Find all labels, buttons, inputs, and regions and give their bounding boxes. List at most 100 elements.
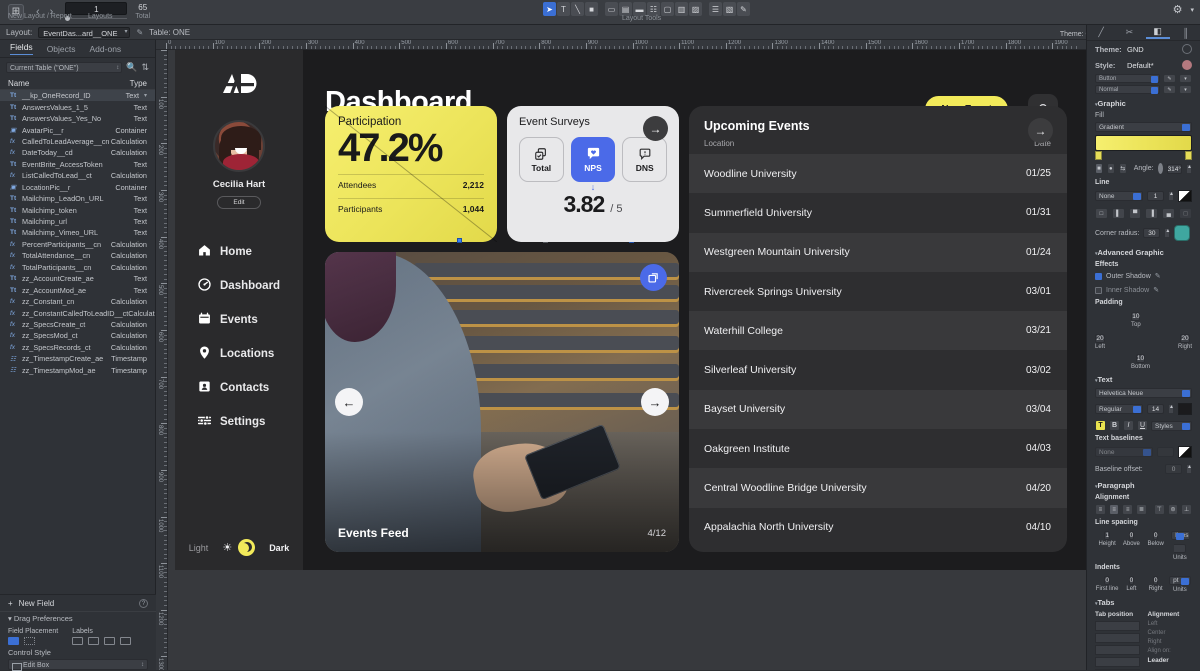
- align-justify-icon[interactable]: ≣: [1136, 504, 1147, 515]
- ls-height-value[interactable]: 1: [1104, 531, 1110, 540]
- ls-below-cell[interactable]: 0 Below: [1144, 528, 1168, 561]
- event-row[interactable]: Silverleaf University 03/02: [689, 350, 1067, 389]
- search-icon[interactable]: 🔍: [126, 62, 137, 73]
- field-row[interactable]: fx zz_SpecsCreate_ct Calculation: [0, 319, 155, 330]
- field-row[interactable]: fx PercentParticipants__cn Calculation: [0, 239, 155, 250]
- events-list[interactable]: Woodline University 01/25 Summerfield Univ…: [689, 154, 1067, 547]
- upcoming-events-card[interactable]: Upcoming Events → Location Date Woodline…: [689, 106, 1067, 552]
- indent-first-cell[interactable]: 0 First line: [1095, 573, 1119, 593]
- field-row[interactable]: fx TotalParticipants__cn Calculation: [0, 262, 155, 273]
- tab-align-on[interactable]: Align on:: [1148, 648, 1193, 654]
- corner-radius-row[interactable]: Corner radius: 30 ▲: [1087, 222, 1200, 244]
- field-row[interactable]: ▣ LocationPic__r Container: [0, 182, 155, 193]
- font-size-stepper[interactable]: ▲: [1168, 404, 1174, 414]
- tab-position-column[interactable]: Tab position: [1095, 611, 1140, 670]
- styles-tab[interactable]: ✂: [1117, 27, 1141, 38]
- gradient-reverse-icon[interactable]: ⇆: [1118, 163, 1127, 174]
- field-row[interactable]: Tt Mailchimp_url Text: [0, 216, 155, 227]
- sidebar-item-home[interactable]: Home: [175, 235, 303, 269]
- tab-position-input[interactable]: [1095, 657, 1140, 667]
- text-baselines-select[interactable]: None: [1095, 447, 1153, 457]
- field-row[interactable]: Tt AnswersValues_Yes_No Text: [0, 113, 155, 124]
- inner-shadow-checkbox[interactable]: [1095, 286, 1102, 294]
- new-field-button[interactable]: + New Field ?: [0, 595, 156, 611]
- event-row[interactable]: Rivercreek Springs University 03/01: [689, 272, 1067, 311]
- event-row[interactable]: Waterhill College 03/21: [689, 311, 1067, 351]
- inspector-body[interactable]: Theme: GND Style: Default* Button ✎ ▾ No…: [1087, 41, 1200, 670]
- chevron-down-icon[interactable]: ▾: [1190, 6, 1194, 14]
- alignment-buttons[interactable]: ≡ ≡ ≡ ≣ ⊤ ⊜ ⊥: [1087, 502, 1200, 517]
- padding-right-cell[interactable]: 20 Right: [1178, 331, 1192, 350]
- gradient-stops[interactable]: [1087, 151, 1200, 160]
- button-tool[interactable]: ▬: [633, 2, 646, 16]
- field-tool[interactable]: ▭: [605, 2, 618, 16]
- border-top-icon[interactable]: ▀: [1128, 208, 1142, 219]
- control-style-select[interactable]: Edit Box: [8, 659, 148, 671]
- event-row[interactable]: Central Woodline Bridge University 04/20: [689, 468, 1067, 508]
- padding-top-cell[interactable]: 10 Top: [1131, 309, 1141, 328]
- ls-above-cell[interactable]: 0 Above: [1119, 528, 1143, 561]
- border-bottom-icon[interactable]: ▄: [1162, 208, 1176, 219]
- border-left-icon[interactable]: ▌: [1111, 208, 1125, 219]
- participation-card[interactable]: Participation 47.2% Attendees 2,212 Part…: [325, 106, 497, 242]
- text-baselines-row[interactable]: None: [1087, 443, 1200, 461]
- valign-middle-icon[interactable]: ⊜: [1167, 504, 1179, 515]
- align-left-icon[interactable]: ≡: [1095, 504, 1106, 515]
- baseline-offset-row[interactable]: Baseline offset: 0 ▲: [1087, 461, 1200, 477]
- angle-stepper[interactable]: ▲: [1186, 163, 1193, 174]
- object-state-menu-icon[interactable]: ▾: [1179, 85, 1192, 94]
- field-row[interactable]: Tt EventBrite_AccessToken Text: [0, 159, 155, 170]
- outer-shadow-row[interactable]: Outer Shadow ✎: [1087, 269, 1200, 283]
- indents-fields[interactable]: 0 First line 0 Left 0 Right pt Units: [1087, 572, 1200, 594]
- sun-icon[interactable]: ☀: [222, 541, 232, 554]
- fill-select[interactable]: Gradient: [1095, 122, 1192, 132]
- baseline-color-swatch[interactable]: [1178, 446, 1192, 458]
- advanced-graphic-header[interactable]: Advanced Graphic: [1087, 244, 1200, 259]
- field-row[interactable]: fx zz_SpecsRecords_ct Calculation: [0, 342, 155, 353]
- avatar[interactable]: [213, 120, 265, 172]
- tab-align-center[interactable]: Center: [1148, 630, 1193, 636]
- field-row[interactable]: fx zz_SpecsMod_ct Calculation: [0, 330, 155, 341]
- field-row[interactable]: fx zz_Constant_cn Calculation: [0, 296, 155, 307]
- gradient-radial-icon[interactable]: ●: [1106, 163, 1115, 174]
- edit-pencil-icon[interactable]: ✎: [136, 28, 143, 37]
- field-row[interactable]: Tt Mailchimp_Vimeo_URL Text: [0, 227, 155, 238]
- padding-top-value[interactable]: 10: [1131, 312, 1141, 321]
- valign-top-icon[interactable]: ⊤: [1153, 504, 1165, 515]
- event-row[interactable]: Summerfield University 01/31: [689, 193, 1067, 232]
- ls-units-cell[interactable]: lines Units: [1168, 528, 1192, 561]
- field-list[interactable]: Tt __kp_OneRecord_ID Text ▾ Tt AnswersValues_…: [0, 90, 155, 430]
- field-row[interactable]: fx ListCalledToLead__ct Calculation: [0, 170, 155, 181]
- line-width-stepper[interactable]: ▲: [1168, 191, 1174, 201]
- rect-tool[interactable]: ■: [585, 2, 598, 16]
- part-tool[interactable]: ▤: [619, 2, 632, 16]
- ls-height-cell[interactable]: 1 Height: [1095, 528, 1119, 561]
- graphic-section-header[interactable]: Graphic: [1087, 95, 1200, 110]
- field-row[interactable]: Tt Mailchimp_token Text: [0, 204, 155, 215]
- surveys-arrow-button[interactable]: →: [643, 116, 668, 141]
- popover-tool[interactable]: ▢: [661, 2, 674, 16]
- line-color-swatch[interactable]: [1178, 190, 1192, 202]
- sidebar-item-events[interactable]: Events: [175, 303, 303, 337]
- object-type-row[interactable]: Button ✎ ▾: [1087, 73, 1200, 84]
- event-surveys-card[interactable]: Event Surveys → Total NPS DNS ↓ 3.82 / 5: [507, 106, 679, 242]
- field-row[interactable]: Tt zz_AccountCreate_ae Text: [0, 273, 155, 284]
- gradient-linear-icon[interactable]: ■: [1095, 163, 1103, 174]
- chevron-down-icon[interactable]: ▾: [139, 92, 147, 99]
- app-nav[interactable]: Home Dashboard Events Locations Contacts Sett…: [175, 235, 303, 439]
- padding-bottom-value[interactable]: 10: [1135, 354, 1146, 363]
- layout-selector[interactable]: EventDas...ard__ONE: [38, 26, 131, 38]
- segment-nps[interactable]: NPS: [570, 137, 616, 182]
- indent-first-value[interactable]: 0: [1104, 576, 1110, 585]
- line-tool[interactable]: ╲: [571, 2, 584, 16]
- event-row[interactable]: Appalachia North University 04/10: [689, 508, 1067, 547]
- italic-icon[interactable]: I: [1123, 420, 1134, 431]
- sidebar-item-settings[interactable]: Settings: [175, 405, 303, 439]
- baseline-width-value[interactable]: [1157, 447, 1174, 457]
- angle-value[interactable]: 314°: [1166, 163, 1183, 174]
- webviewer-tool[interactable]: ▨: [689, 2, 702, 16]
- valign-bottom-icon[interactable]: ⊥: [1181, 504, 1193, 515]
- tab-align-left[interactable]: Left: [1148, 621, 1193, 627]
- field-row[interactable]: fx zz_ConstantCalledToLeadID__ctCalculati…: [0, 307, 155, 318]
- ls-above-value[interactable]: 0: [1128, 531, 1135, 540]
